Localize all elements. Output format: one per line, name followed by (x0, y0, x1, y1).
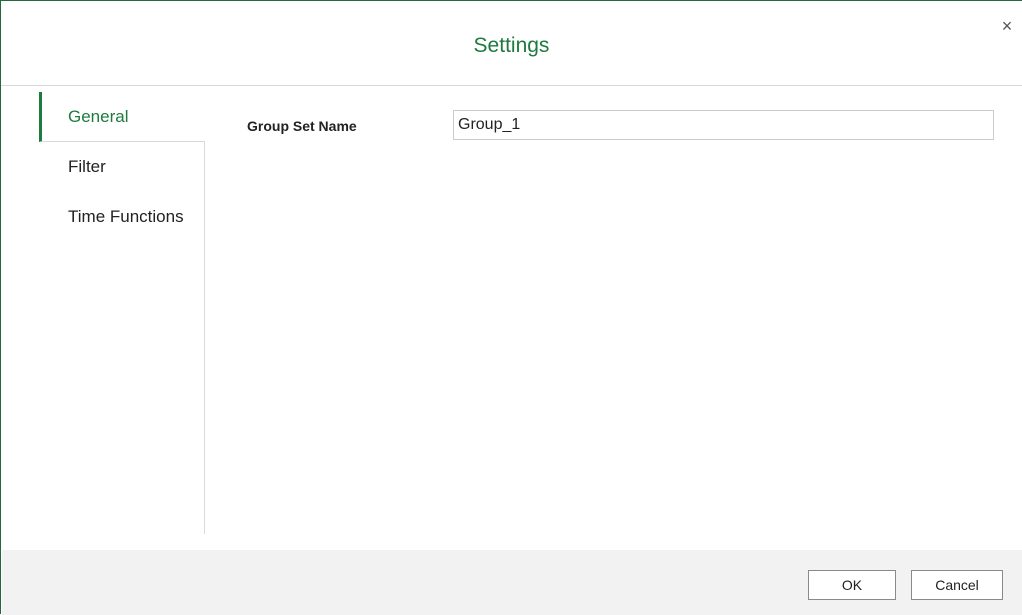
settings-sidebar: General Filter Time Functions (39, 92, 205, 534)
cancel-button[interactable]: Cancel (911, 570, 1003, 600)
group-set-name-input[interactable] (453, 110, 994, 140)
sidebar-item-filter[interactable]: Filter (39, 142, 204, 192)
sidebar-item-time-functions[interactable]: Time Functions (39, 192, 204, 242)
dialog-title: Settings (473, 34, 550, 57)
sidebar-item-general[interactable]: General (39, 92, 205, 142)
close-icon[interactable]: × (996, 15, 1018, 37)
dialog-footer: OK Cancel (2, 550, 1022, 615)
dialog-header: Settings × (1, 1, 1022, 86)
ok-button[interactable]: OK (808, 570, 896, 600)
group-set-name-label: Group Set Name (247, 118, 357, 134)
settings-dialog: Settings × General Filter Time Functions… (0, 0, 1022, 615)
